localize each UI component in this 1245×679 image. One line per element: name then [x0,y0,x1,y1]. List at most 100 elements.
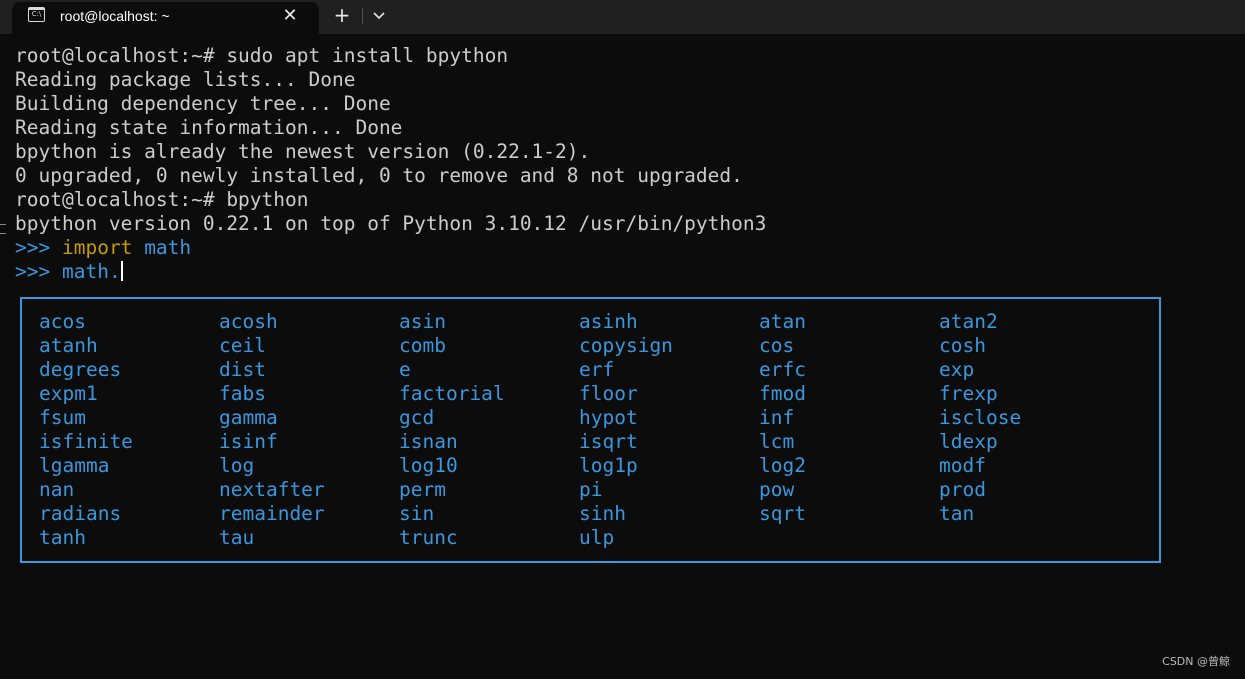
completion-item[interactable]: lcm [759,430,794,454]
completion-row-border-left [20,336,22,356]
completion-item[interactable]: acos [39,310,86,334]
completion-item[interactable]: atan [759,310,806,334]
completion-item[interactable]: tau [219,526,254,550]
completion-item[interactable]: sin [399,502,434,526]
terminal-line: bpython is already the newest version (0… [15,140,591,163]
terminal-line: root@localhost:~# sudo apt install bpyth… [15,44,509,67]
terminal-line: Reading package lists... Done [15,68,356,91]
completion-item[interactable]: nextafter [219,478,325,502]
completion-item[interactable]: cosh [939,334,986,358]
completion-item[interactable]: exp [939,358,974,382]
completion-item[interactable]: sqrt [759,502,806,526]
completion-row-border-left [20,408,22,428]
terminal-line: bpython version 0.22.1 on top of Python … [15,212,767,235]
terminal-line: root@localhost:~# bpython [15,188,309,211]
completion-item[interactable]: acosh [219,310,278,334]
repl-input-text[interactable]: math. [62,260,121,283]
completion-row-border-left [20,432,22,452]
completion-item[interactable]: pow [759,478,794,502]
completion-item[interactable]: prod [939,478,986,502]
completion-item[interactable]: hypot [579,406,638,430]
completion-row-border-left [20,504,22,524]
completion-row-border-left [20,312,22,332]
completion-item[interactable]: ceil [219,334,266,358]
completion-item[interactable]: asinh [579,310,638,334]
completion-row-border-right [1159,384,1161,404]
completion-item[interactable]: remainder [219,502,325,526]
completion-item[interactable]: cos [759,334,794,358]
completion-item[interactable]: log2 [759,454,806,478]
close-icon[interactable]: ✕ [280,6,300,26]
completion-item[interactable]: copysign [579,334,673,358]
repl-line-import: >>> import math [15,236,191,260]
tab-terminal[interactable]: C:\ root@localhost: ~ ✕ [12,2,319,34]
completion-row-border-right [1159,480,1161,500]
completion-item[interactable]: isnan [399,430,458,454]
tab-title: root@localhost: ~ [60,8,170,24]
completion-item[interactable]: log [219,454,254,478]
terminal-output[interactable]: root@localhost:~# sudo apt install bpyth… [0,34,1245,679]
scroll-marker [0,224,6,234]
completion-item[interactable]: lgamma [39,454,109,478]
completion-item[interactable]: isinf [219,430,278,454]
completion-item[interactable]: radians [39,502,121,526]
completion-item[interactable]: fmod [759,382,806,406]
completion-row-border-right [1159,432,1161,452]
watermark: CSDN @曾鲸 [1162,655,1230,668]
repl-keyword: import [61,236,133,259]
completion-item[interactable]: factorial [399,382,505,406]
new-tab-button[interactable]: + [331,4,353,26]
completion-item[interactable]: erfc [759,358,806,382]
title-bar: C:\ root@localhost: ~ ✕ + [0,0,1245,34]
completion-item[interactable]: dist [219,358,266,382]
terminal-line: Building dependency tree... Done [15,92,391,115]
terminal-icon: C:\ [28,7,45,22]
completion-item[interactable]: floor [579,382,638,406]
completion-item[interactable]: degrees [39,358,121,382]
completion-item[interactable]: fabs [219,382,266,406]
completion-row-border-left [20,480,22,500]
completion-item[interactable]: expm1 [39,382,98,406]
completion-item[interactable]: modf [939,454,986,478]
repl-line-input[interactable]: >>> math. [15,260,123,284]
completion-row-border-right [1159,336,1161,356]
completion-item[interactable]: e [399,358,411,382]
completion-item[interactable]: sinh [579,502,626,526]
terminal-line: 0 upgraded, 0 newly installed, 0 to remo… [15,164,743,187]
completion-row-border-right [1159,360,1161,380]
completion-item[interactable]: atanh [39,334,98,358]
completion-row-border-right [1159,504,1161,524]
completion-item[interactable]: atan2 [939,310,998,334]
text-cursor [120,261,123,281]
repl-prompt: >>> [15,260,51,283]
completion-item[interactable]: gamma [219,406,278,430]
completion-item[interactable]: asin [399,310,446,334]
completion-item[interactable]: comb [399,334,446,358]
completion-item[interactable]: tanh [39,526,86,550]
completion-item[interactable]: fsum [39,406,86,430]
completion-item[interactable]: isqrt [579,430,638,454]
terminal-line: Reading state information... Done [15,116,403,139]
completion-row-border-left [20,456,22,476]
completion-item[interactable]: log10 [399,454,458,478]
completion-row-border-left [20,384,22,404]
completion-item[interactable]: ldexp [939,430,998,454]
completion-item[interactable]: trunc [399,526,458,550]
completion-item[interactable]: isclose [939,406,1021,430]
completion-item[interactable]: inf [759,406,794,430]
completion-item[interactable]: frexp [939,382,998,406]
completion-item[interactable]: erf [579,358,614,382]
completion-row-border-left [20,360,22,380]
chevron-down-icon[interactable] [370,6,388,24]
completion-item[interactable]: tan [939,502,974,526]
tab-separator [362,8,363,24]
completion-row-border-right [1159,408,1161,428]
completion-item[interactable]: log1p [579,454,638,478]
completion-item[interactable]: pi [579,478,602,502]
completion-item[interactable]: isfinite [39,430,133,454]
completion-item[interactable]: nan [39,478,74,502]
completion-item[interactable]: ulp [579,526,614,550]
completion-item[interactable]: gcd [399,406,434,430]
completion-item[interactable]: perm [399,478,446,502]
completion-row-border-right [1159,456,1161,476]
